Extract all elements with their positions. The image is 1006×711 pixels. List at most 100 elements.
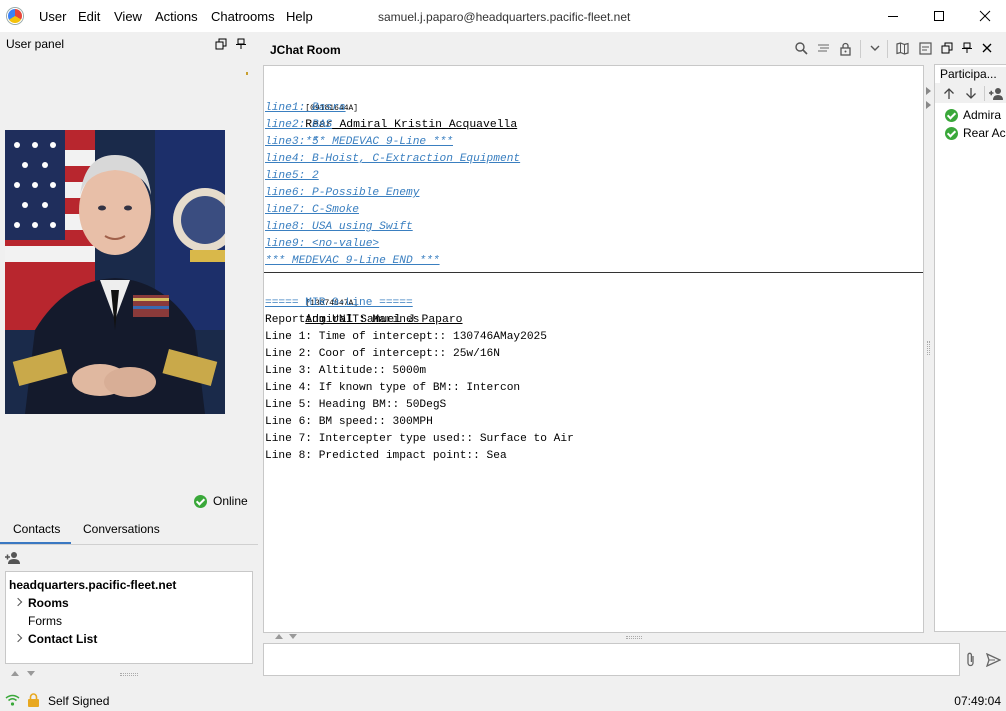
online-check-icon xyxy=(194,494,207,508)
menu-edit[interactable]: Edit xyxy=(78,9,100,24)
menu-view[interactable]: View xyxy=(114,9,142,24)
certificate-status[interactable]: Self Signed xyxy=(48,694,109,708)
chat-scroll-arrows-icon[interactable] xyxy=(274,631,302,641)
tree-item-rooms[interactable]: Rooms xyxy=(9,594,252,612)
message-line: Line 7: Intercepter type used:: Surface … xyxy=(265,433,574,445)
message-line: Line 4: If known type of BM:: Intercon xyxy=(265,382,521,394)
chevron-down-icon[interactable] xyxy=(869,42,881,54)
form-line[interactable]: line2: BAS xyxy=(265,117,332,134)
message-line: Line 5: Heading BM:: 50DegS xyxy=(265,399,447,411)
chat-header: JChat Room xyxy=(263,32,1006,64)
add-participant-icon[interactable] xyxy=(989,87,1003,100)
message-header: [13074847A] Admiral Samuel J Paparo xyxy=(265,278,462,326)
search-icon[interactable] xyxy=(795,42,808,55)
message-line: Reporting UNIT: Marines xyxy=(265,314,420,326)
close-icon xyxy=(979,10,991,22)
message-input[interactable] xyxy=(263,643,960,676)
arrow-up-icon[interactable] xyxy=(943,87,955,100)
close-room-icon[interactable] xyxy=(981,42,993,54)
tree-server-node[interactable]: headquarters.pacific-fleet.net xyxy=(9,576,252,594)
status-bar: Self Signed 07:49:04 xyxy=(0,689,1006,711)
left-scroll-arrows-icon[interactable] xyxy=(10,668,38,678)
undock-icon[interactable] xyxy=(941,42,953,54)
participants-toolbar xyxy=(935,83,1006,103)
tree-item-label: Contact List xyxy=(28,632,98,646)
active-tab-indicator xyxy=(0,542,71,544)
clock: 07:49:04 xyxy=(954,694,1001,708)
participant-name: Admira xyxy=(963,108,1002,122)
map-icon[interactable] xyxy=(896,42,909,55)
form-line[interactable]: line7: C-Smoke xyxy=(265,202,359,219)
lock-icon xyxy=(28,693,39,707)
tab-conversations[interactable]: Conversations xyxy=(83,522,160,536)
pin-icon[interactable] xyxy=(961,42,973,54)
tree-item-label: Forms xyxy=(28,614,62,628)
participants-panel: Participa... Admira Rear Ac xyxy=(934,64,1006,632)
connection-icon xyxy=(5,694,20,706)
divider-mark xyxy=(246,72,248,75)
text-format-icon[interactable] xyxy=(817,42,830,55)
tree-item-contact-list[interactable]: Contact List xyxy=(9,630,252,648)
presence-label: Online xyxy=(213,494,248,508)
window-title: samuel.j.paparo@headquarters.pacific-fle… xyxy=(378,10,631,24)
online-check-icon xyxy=(945,108,958,122)
arrow-down-icon[interactable] xyxy=(965,87,977,100)
chat-log[interactable]: [09181644A] Rear Admiral Kristin Acquave… xyxy=(263,65,924,633)
form-line[interactable]: line6: P-Possible Enemy xyxy=(265,185,419,202)
message-form-link[interactable]: ===== MIR 9-Line ===== xyxy=(265,295,413,312)
participant-item[interactable]: Rear Ac xyxy=(945,126,1006,140)
add-contact-icon[interactable] xyxy=(5,551,21,565)
send-icon[interactable] xyxy=(986,653,1001,667)
vertical-resize-grip[interactable] xyxy=(927,341,930,355)
menu-chatrooms[interactable]: Chatrooms xyxy=(211,9,275,24)
message-line: Line 8: Predicted impact point:: Sea xyxy=(265,450,507,462)
collapse-panel-icon[interactable] xyxy=(925,86,933,112)
lock-icon[interactable] xyxy=(839,42,852,56)
form-icon[interactable] xyxy=(919,42,932,55)
minimize-button[interactable] xyxy=(870,0,916,32)
online-check-icon xyxy=(945,126,958,140)
user-avatar xyxy=(5,130,225,414)
undock-icon[interactable] xyxy=(215,38,227,50)
menu-actions[interactable]: Actions xyxy=(155,9,198,24)
user-panel: User panel Online Contacts Conversations… xyxy=(0,32,258,688)
participant-item[interactable]: Admira xyxy=(945,108,1001,122)
message-line: Line 3: Altitude:: 5000m xyxy=(265,365,427,377)
message-line: Line 6: BM speed:: 300MPH xyxy=(265,416,433,428)
toolbar-separator xyxy=(860,40,861,58)
minimize-icon xyxy=(888,16,898,17)
close-window-button[interactable] xyxy=(962,0,1006,32)
tab-contacts[interactable]: Contacts xyxy=(13,522,60,536)
left-tab-bar: Contacts Conversations xyxy=(0,516,258,545)
menu-user[interactable]: User xyxy=(39,9,66,24)
paperclip-icon[interactable] xyxy=(965,652,977,668)
chevron-right-icon[interactable] xyxy=(13,633,23,643)
resize-grip[interactable] xyxy=(120,673,138,676)
menu-help[interactable]: Help xyxy=(286,9,313,24)
message-form-link[interactable]: *** MEDEVAC 9-Line *** xyxy=(305,136,453,148)
message-header: [09181644A] Rear Admiral Kristin Acquave… xyxy=(265,83,517,148)
message-sender[interactable]: Rear Admiral Kristin Acquavella xyxy=(305,119,517,131)
message-line: Line 1: Time of intercept:: 130746AMay20… xyxy=(265,331,547,343)
form-line[interactable]: line5: 2 xyxy=(265,168,319,185)
tree-item-label: Rooms xyxy=(28,596,69,610)
title-bar: User Edit View Actions Chatrooms Help sa… xyxy=(0,0,1006,32)
form-line[interactable]: *** MEDEVAC 9-Line END *** xyxy=(265,253,440,270)
form-line[interactable]: line1: Basra xyxy=(265,100,346,117)
toolbar-separator xyxy=(887,40,888,58)
form-line[interactable]: line4: B-Hoist, C-Extraction Equipment xyxy=(265,151,520,168)
user-panel-title: User panel xyxy=(6,37,65,51)
form-line[interactable]: line9: <no-value> xyxy=(265,236,379,253)
participant-name: Rear Ac xyxy=(963,126,1006,140)
form-line[interactable]: line3: 5 xyxy=(265,134,319,151)
chevron-right-icon[interactable] xyxy=(13,597,23,607)
message-line: Line 2: Coor of intercept:: 25w/16N xyxy=(265,348,500,360)
room-title: JChat Room xyxy=(270,43,341,57)
resize-grip[interactable] xyxy=(626,636,642,639)
tree-item-forms[interactable]: Forms xyxy=(9,612,252,630)
form-line[interactable]: line8: USA using Swift xyxy=(265,219,413,236)
pin-icon[interactable] xyxy=(235,38,247,50)
toolbar-separator xyxy=(984,86,985,101)
presence-status[interactable]: Online xyxy=(194,494,248,508)
maximize-button[interactable] xyxy=(916,0,962,32)
